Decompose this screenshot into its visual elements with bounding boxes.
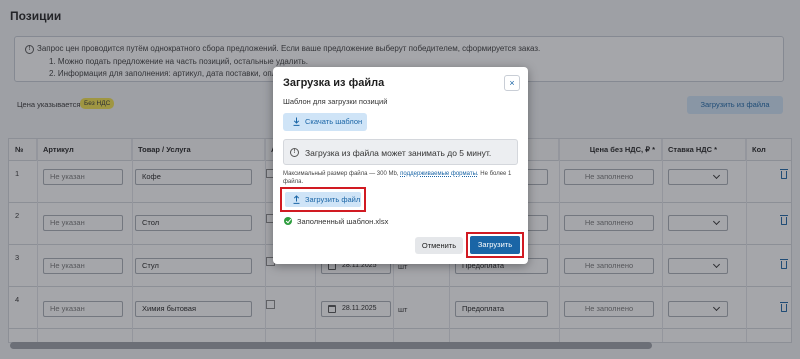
info-icon: ! <box>290 148 299 157</box>
upload-file-dialog: Загрузка из файла × Шаблон для загрузки … <box>273 67 528 264</box>
duration-notice: ! Загрузка из файла может занимать до 5 … <box>283 139 518 165</box>
success-check-icon <box>284 217 292 225</box>
upload-icon <box>293 195 300 204</box>
download-template-button[interactable]: Скачать шаблон <box>283 113 367 131</box>
download-template-label: Скачать шаблон <box>305 117 363 126</box>
close-icon[interactable]: × <box>504 75 520 91</box>
upload-file-highlight: Загрузить файл <box>280 187 366 212</box>
upload-file-label: Загрузить файл <box>305 195 361 204</box>
supported-formats-link[interactable]: поддерживаемые форматы. <box>400 171 478 177</box>
dialog-title: Загрузка из файла <box>283 77 385 89</box>
download-icon <box>293 117 300 126</box>
size-note-prefix: Максимальный размер файла — 300 Mb, <box>283 171 399 177</box>
file-name: Заполненный шаблон.xlsx <box>297 217 389 226</box>
submit-highlight: Загрузить <box>466 232 524 258</box>
upload-file-button[interactable]: Загрузить файл <box>285 192 361 207</box>
submit-upload-button[interactable]: Загрузить <box>470 236 520 254</box>
template-label: Шаблон для загрузки позиций <box>283 97 388 106</box>
cancel-button[interactable]: Отменить <box>415 237 463 254</box>
size-note: Максимальный размер файла — 300 Mb, подд… <box>283 171 523 186</box>
notice-text: Загрузка из файла может занимать до 5 ми… <box>305 148 492 158</box>
